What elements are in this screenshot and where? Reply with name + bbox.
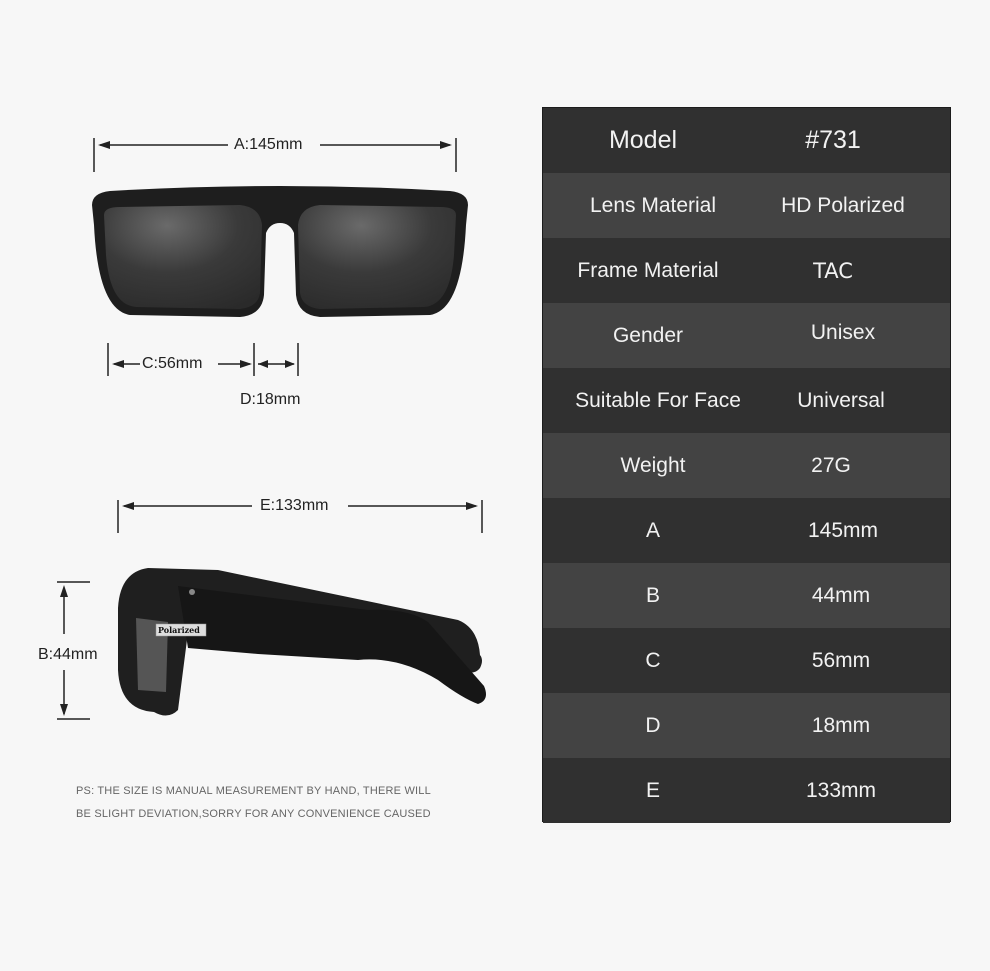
spec-row-model: Model #731: [543, 108, 950, 173]
spec-label: Gender: [612, 323, 684, 347]
spec-label: E: [645, 778, 660, 802]
dimension-e-label: E:133mm: [260, 497, 329, 514]
spec-label: Model: [608, 126, 678, 154]
spec-value: 27G: [811, 453, 851, 477]
dimension-a-label: A:145mm: [234, 136, 303, 153]
spec-row-a: A 145mm: [543, 498, 950, 563]
spec-value: TAC: [813, 258, 853, 283]
spec-label: B: [645, 583, 660, 607]
spec-row-gender: Gender Unisex: [543, 303, 950, 368]
spec-label: Weight: [620, 453, 686, 477]
dimension-b-label: B:44mm: [38, 646, 98, 663]
spec-row-weight: Weight 27G: [543, 433, 950, 498]
spec-label: A: [645, 518, 660, 542]
spec-value: 18mm: [811, 713, 871, 737]
spec-table: Model #731 Lens Material HD Polarized Fr…: [542, 107, 951, 823]
spec-label: Frame Material: [577, 258, 719, 282]
spec-row-face: Suitable For Face Universal: [543, 368, 950, 433]
spec-value: HD Polarized: [781, 193, 905, 217]
spec-value: 133mm: [805, 778, 877, 802]
spec-row-c: C 56mm: [543, 628, 950, 693]
spec-label: Lens Material: [589, 193, 717, 217]
spec-label: C: [645, 648, 661, 672]
spec-row-d: D 18mm: [543, 693, 950, 758]
sunglasses-side-image: [118, 568, 486, 716]
measurement-note-line1: PS: THE SIZE IS MANUAL MEASUREMENT BY HA…: [76, 785, 431, 797]
sunglasses-front-image: [92, 186, 468, 317]
dimension-c-label: C:56mm: [142, 355, 203, 372]
spec-label: Suitable For Face: [575, 388, 741, 412]
spec-row-lens-material: Lens Material HD Polarized: [543, 173, 950, 238]
spec-value: #731: [805, 126, 861, 154]
spec-value: Universal: [797, 388, 885, 412]
spec-value: 56mm: [811, 648, 871, 672]
spec-row-frame-material: Frame Material TAC: [543, 238, 950, 303]
spec-value: Unisex: [810, 320, 876, 344]
dimension-d-label: D:18mm: [240, 391, 301, 408]
measurement-note-line2: BE SLIGHT DEVIATION,SORRY FOR ANY CONVEN…: [76, 808, 431, 820]
polarized-badge-text: Polarized: [158, 625, 200, 635]
spec-row-b: B 44mm: [543, 563, 950, 628]
spec-label: D: [645, 713, 661, 737]
spec-value: 44mm: [811, 583, 871, 607]
spec-value: 145mm: [807, 518, 879, 542]
spec-row-e: E 133mm: [543, 758, 950, 823]
